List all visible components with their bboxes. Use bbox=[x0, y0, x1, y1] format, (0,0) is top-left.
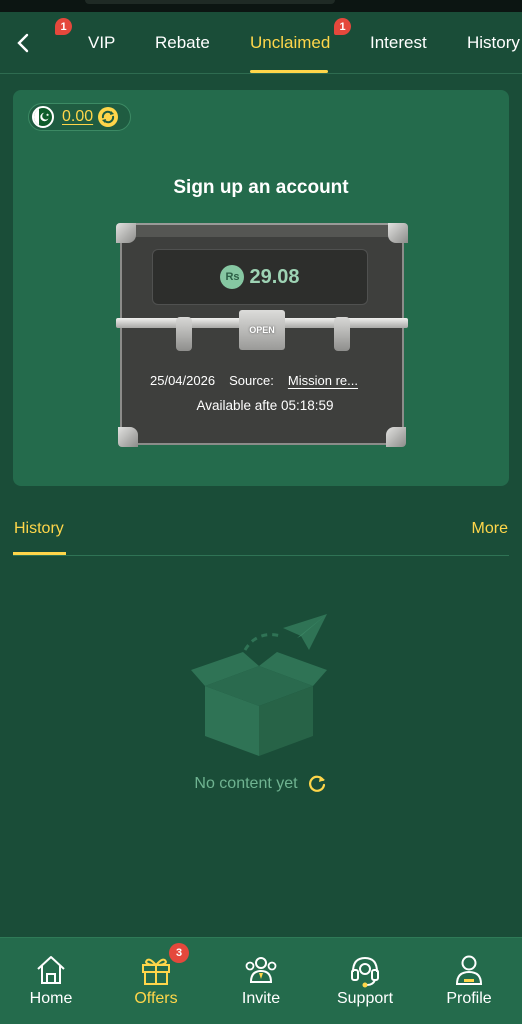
source-value[interactable]: Mission re... bbox=[288, 373, 358, 388]
more-link[interactable]: More bbox=[472, 520, 508, 538]
status-notch bbox=[85, 0, 335, 4]
tab-unclaimed[interactable]: Unclaimed bbox=[250, 12, 330, 74]
empty-box-icon bbox=[191, 614, 327, 756]
chevron-left-icon bbox=[17, 33, 29, 53]
chest-corner bbox=[388, 223, 408, 243]
empty-state-text: No content yet bbox=[194, 775, 298, 792]
nav-profile[interactable]: Profile bbox=[424, 938, 514, 1024]
bottom-nav: Home Offers 3 Invite Support Profile bbox=[0, 937, 522, 1024]
nav-support-label: Support bbox=[336, 990, 394, 1007]
unclaimed-badge: 1 bbox=[334, 18, 351, 35]
gift-icon bbox=[142, 958, 170, 985]
nav-home-label: Home bbox=[29, 990, 73, 1007]
chest-clasp bbox=[334, 317, 350, 351]
tab-interest[interactable]: Interest bbox=[370, 12, 427, 74]
chest-corner bbox=[386, 427, 406, 447]
invite-icon bbox=[245, 957, 277, 983]
offers-badge: 3 bbox=[169, 943, 189, 963]
home-icon bbox=[37, 956, 65, 984]
history-header: History More bbox=[13, 510, 509, 556]
chest-lid bbox=[120, 223, 404, 237]
refresh-icon[interactable] bbox=[97, 106, 119, 128]
top-tab-bar: 1 VIP Rebate Unclaimed 1 Interest Histor… bbox=[0, 12, 522, 74]
nav-offers-label: Offers bbox=[134, 990, 178, 1007]
headset-icon bbox=[351, 956, 379, 988]
tab-history[interactable]: History bbox=[467, 12, 520, 74]
amount-plate: Rs 29.08 bbox=[152, 249, 368, 305]
pakistan-flag-icon bbox=[32, 106, 54, 128]
available-countdown: Available afte 05:18:59 bbox=[196, 398, 334, 413]
balance-value[interactable]: 0.00 bbox=[62, 108, 93, 126]
rupee-badge: Rs bbox=[220, 265, 245, 289]
chest-info: 25/04/2026 Source: Mission re... Availab… bbox=[150, 373, 380, 413]
balance-pill: 0.00 bbox=[28, 103, 131, 131]
reward-card: 0.00 Sign up an account Rs 29.08 OPEN 25… bbox=[13, 90, 509, 486]
tab-rebate[interactable]: Rebate bbox=[155, 12, 210, 74]
card-title: Sign up an account bbox=[173, 177, 349, 198]
vip-badge: 1 bbox=[55, 18, 72, 35]
reward-amount: 29.08 bbox=[249, 265, 300, 288]
reward-date: 25/04/2026 bbox=[150, 373, 216, 388]
chest-corner bbox=[116, 223, 136, 243]
profile-icon bbox=[455, 955, 483, 985]
empty-state: No content yet bbox=[0, 773, 522, 795]
nav-support[interactable]: Support bbox=[320, 938, 410, 1024]
history-tab[interactable]: History bbox=[14, 520, 64, 538]
nav-invite[interactable]: Invite bbox=[216, 938, 306, 1024]
refresh-icon[interactable] bbox=[306, 773, 328, 795]
back-button[interactable] bbox=[8, 26, 38, 60]
history-tab-indicator bbox=[13, 552, 66, 555]
nav-home[interactable]: Home bbox=[6, 938, 96, 1024]
chest-corner bbox=[118, 427, 138, 447]
chest-clasp bbox=[176, 317, 192, 351]
open-lock-button[interactable]: OPEN bbox=[239, 310, 285, 350]
nav-invite-label: Invite bbox=[241, 990, 281, 1007]
treasure-chest[interactable]: Rs 29.08 OPEN 25/04/2026 Source: Mission… bbox=[116, 223, 408, 447]
active-tab-indicator bbox=[250, 70, 328, 73]
nav-profile-label: Profile bbox=[446, 990, 492, 1007]
tab-vip[interactable]: VIP bbox=[88, 12, 115, 74]
status-bar bbox=[0, 0, 522, 12]
source-label: Source: bbox=[229, 373, 274, 388]
